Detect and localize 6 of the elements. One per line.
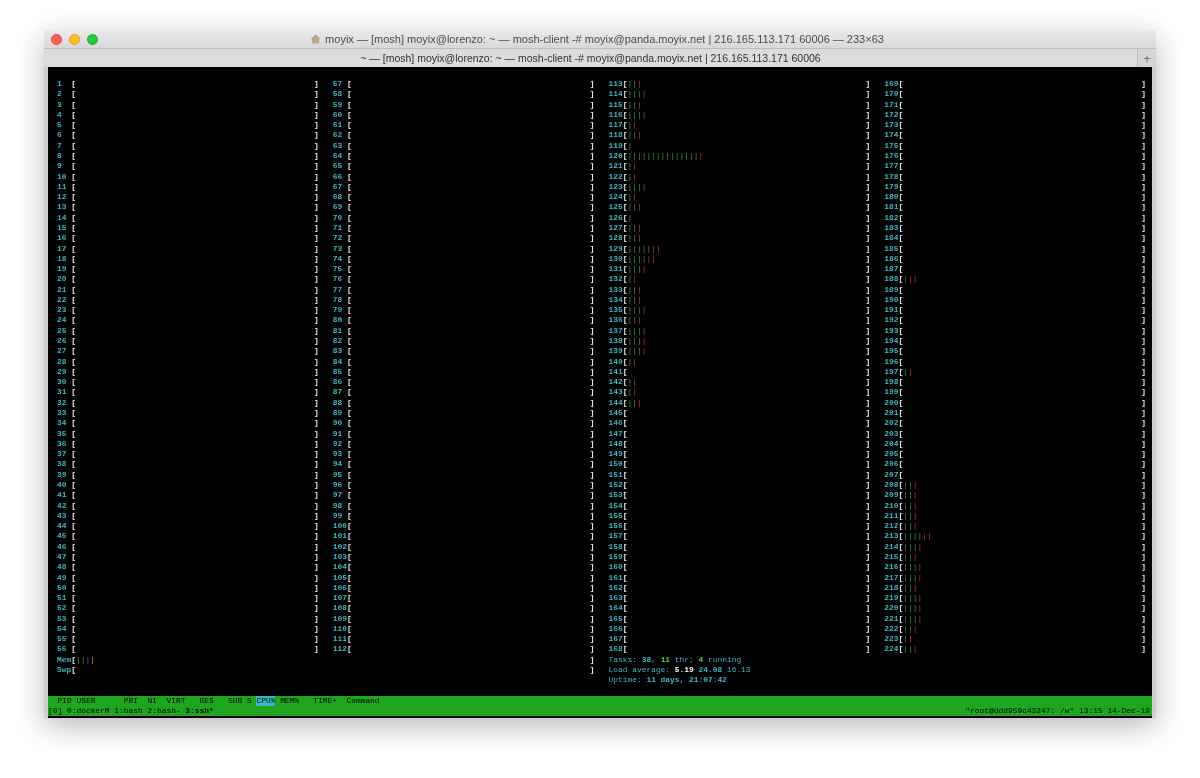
close-button[interactable]: [51, 33, 62, 45]
window-title: moyix — [mosh] moyix@lorenzo: ~ — mosh-client -# moyix@panda.moyix.net | 216.165.113.171 60006 — 233×63: [325, 33, 884, 45]
tab[interactable]: ~ — [mosh] moyix@lorenzo: ~ — mosh-client -# moyix@panda.moyix.net | 216.165.113.171 60006: [44, 49, 1137, 67]
minimize-button[interactable]: [69, 33, 80, 45]
zoom-button[interactable]: [87, 33, 98, 45]
house-icon: [310, 34, 322, 44]
